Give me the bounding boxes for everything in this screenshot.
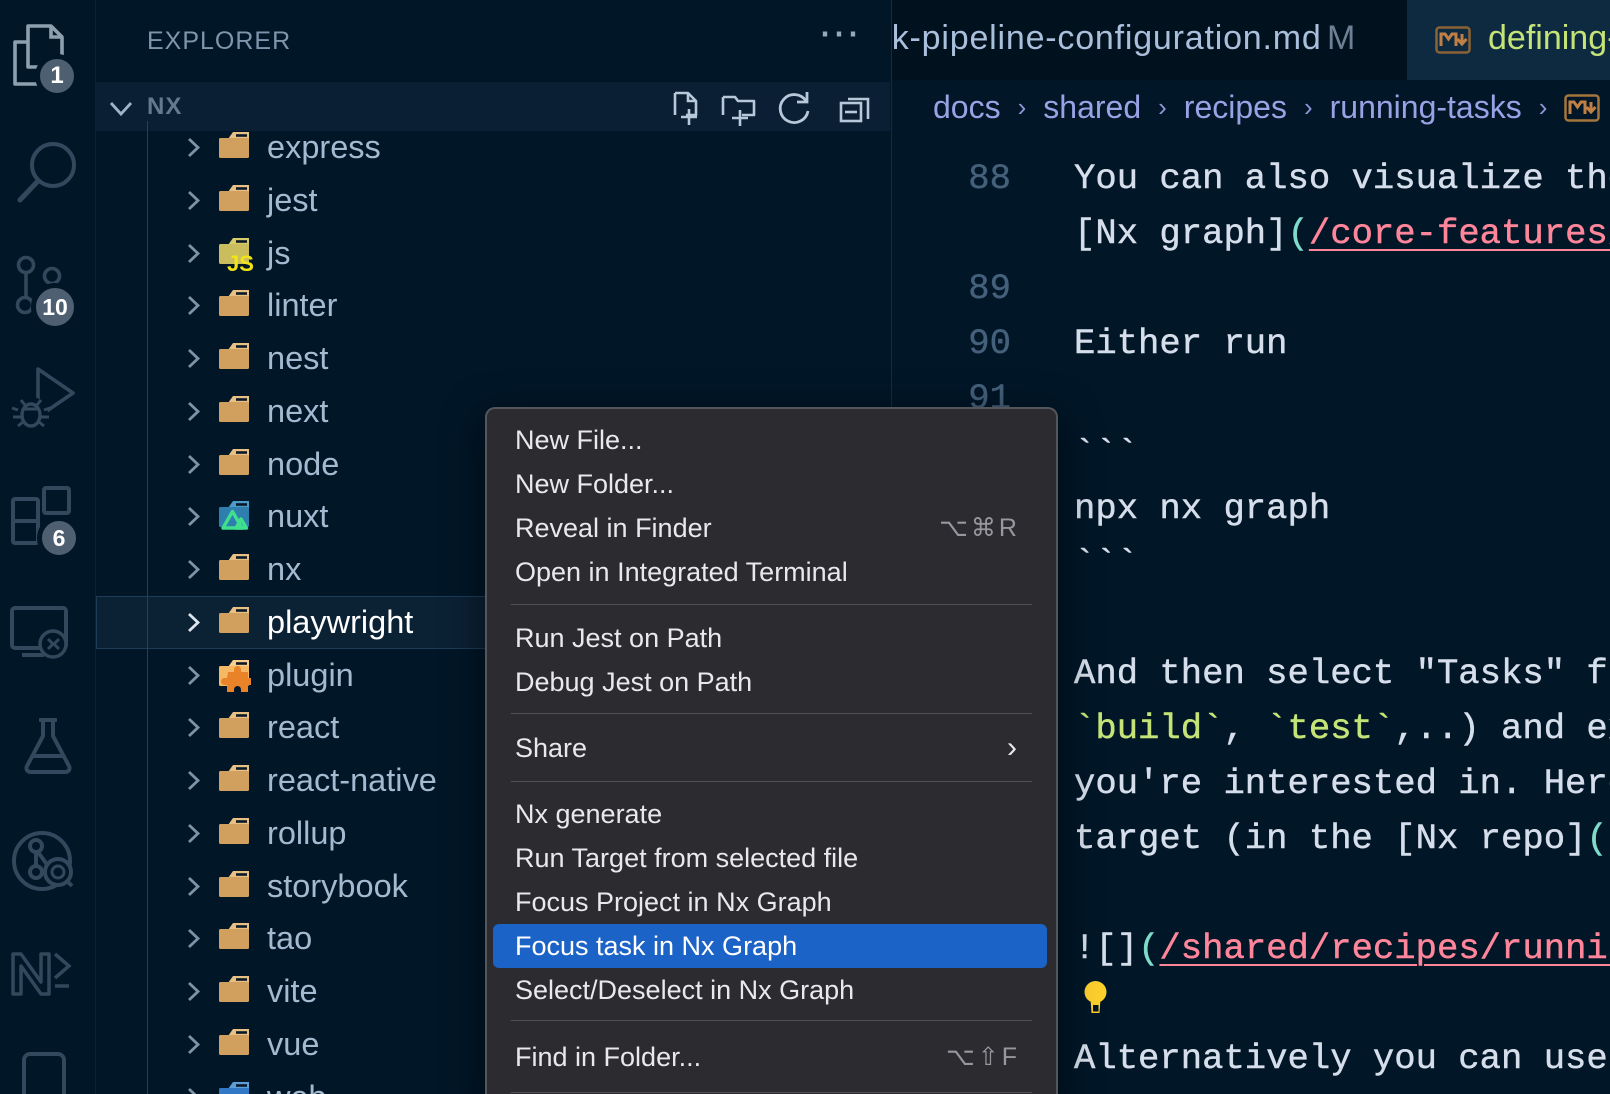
svg-text:JS: JS — [227, 251, 254, 276]
